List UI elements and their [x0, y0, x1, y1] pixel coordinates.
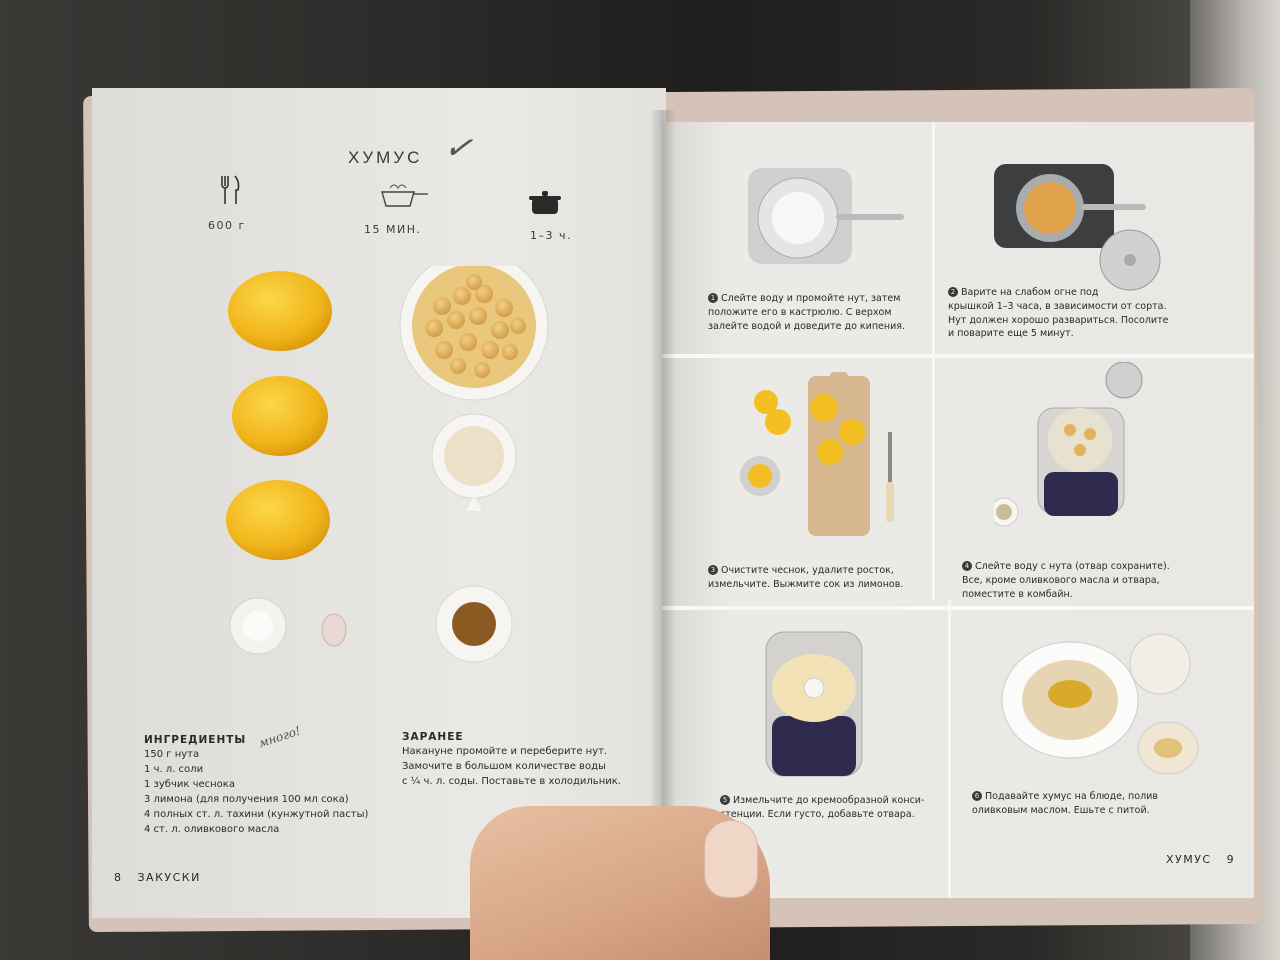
step-line: Нут должен хорошо развариться. Посолите [948, 314, 1169, 326]
step-line: Варите на слабом огне под [961, 287, 1099, 298]
step-line: оливковым маслом. Ешьте с питой. [972, 804, 1150, 816]
book-gutter [650, 110, 676, 900]
right-footer: ХУМУС 9 [1166, 852, 1235, 868]
in-advance-line: Накануне промойте и переберите нут. [402, 746, 608, 757]
right-page-number: 9 [1226, 853, 1236, 866]
grid-divider [662, 354, 1254, 358]
step-4-photo [994, 362, 1143, 527]
step-3-text: 3 Очистите чеснок, удалите росток, измель… [708, 564, 903, 592]
step-2-photo [994, 164, 1161, 291]
step-2-text: 2 Варите на слабом огне под крышкой 1–3 ч… [948, 286, 1168, 341]
in-advance-heading: ЗАРАНЕЕ [402, 731, 464, 743]
step-line: Слейте воду с нута (отвар сохраните). [975, 561, 1170, 572]
step-line: поместите в комбайн. [962, 588, 1073, 600]
prep-time-label: 15 МИН. [364, 223, 422, 236]
left-page: ХУМУС ✓ 600 г 15 МИН. 1–3 ч. ИНГРЕДИЕНТЫ… [92, 88, 666, 918]
thumbnail [704, 820, 758, 898]
step-6-text: 6 Подавайте хумус на блюде, полив оливков… [972, 790, 1158, 818]
cook-time-label: 1–3 ч. [530, 229, 572, 242]
recipe-title: ХУМУС [348, 148, 423, 167]
step-5-photo [765, 631, 863, 777]
step-6-photo [1001, 633, 1199, 775]
step-line: стенции. Если густо, добавьте отвара. [720, 808, 915, 820]
step-line: Все, кроме оливкового масла и отвара, [962, 574, 1160, 586]
step-number: 4 [962, 561, 972, 571]
step-line: измельчите. Выжмите сок из лимонов. [708, 578, 904, 590]
ingredient-item: 3 лимона (для получения 100 мл сока) [144, 794, 349, 805]
ingredient-item: 1 зубчик чеснока [144, 779, 235, 790]
step-number: 1 [708, 293, 718, 303]
step-line: крышкой 1–3 часа, в зависимости от сорта… [948, 300, 1167, 312]
grid-divider [932, 122, 935, 600]
step-3-photo [740, 372, 894, 536]
yield-label: 600 г [208, 219, 246, 232]
step-5-text: 5 Измельчите до кремообразной конси- стен… [720, 794, 924, 822]
step-line: Слейте воду и промойте нут, затем [721, 293, 901, 304]
grid-divider [662, 606, 1254, 610]
handwritten-check-mark: ✓ [441, 126, 476, 170]
step-line: и поварите еще 5 минут. [948, 328, 1074, 340]
step-line: положите его в кастрюлю. С верхом [708, 306, 892, 318]
ingredient-item: 4 ст. л. оливкового масла [144, 824, 280, 835]
ingredient-item: 4 полных ст. л. тахини (кунжутной пасты) [144, 809, 369, 820]
handwritten-note: много! [256, 723, 303, 751]
fork-knife-icon [221, 175, 240, 204]
grid-divider [948, 600, 951, 898]
step-number: 3 [708, 565, 718, 575]
cooking-pot-icon [529, 191, 561, 214]
step-number: 5 [720, 795, 730, 805]
right-page: 1 Слейте воду и промойте нут, затем полож… [662, 122, 1254, 898]
left-page-number: 8 [114, 871, 123, 884]
ingredient-item: 1 ч. л. соли [144, 764, 204, 775]
ingredient-item: 150 г нута [144, 749, 200, 760]
ingredients-photo [226, 266, 549, 663]
step-number: 6 [972, 791, 982, 801]
step-line: залейте водой и доведите до кипения. [708, 320, 905, 332]
step-line: Очистите чеснок, удалите росток, [721, 565, 894, 576]
left-footer: 8 ЗАКУСКИ [114, 870, 201, 886]
step-line: Измельчите до кремообразной конси- [733, 795, 925, 806]
step-number: 2 [948, 287, 958, 297]
step-1-text: 1 Слейте воду и промойте нут, затем полож… [708, 292, 905, 333]
pot-steam-icon [381, 184, 428, 207]
step-4-text: 4 Слейте воду с нута (отвар сохраните). В… [962, 560, 1170, 601]
left-section-name: ЗАКУСКИ [137, 871, 201, 884]
right-section-name: ХУМУС [1166, 853, 1212, 866]
ingredients-heading: ИНГРЕДИЕНТЫ [144, 734, 247, 746]
step-1-photo [748, 168, 904, 264]
in-advance-line: Замочите в большом количестве воды [402, 761, 606, 772]
step-line: Подавайте хумус на блюде, полив [985, 791, 1158, 802]
in-advance-line: с ¼ ч. л. соды. Поставьте в холодильник. [402, 776, 621, 787]
